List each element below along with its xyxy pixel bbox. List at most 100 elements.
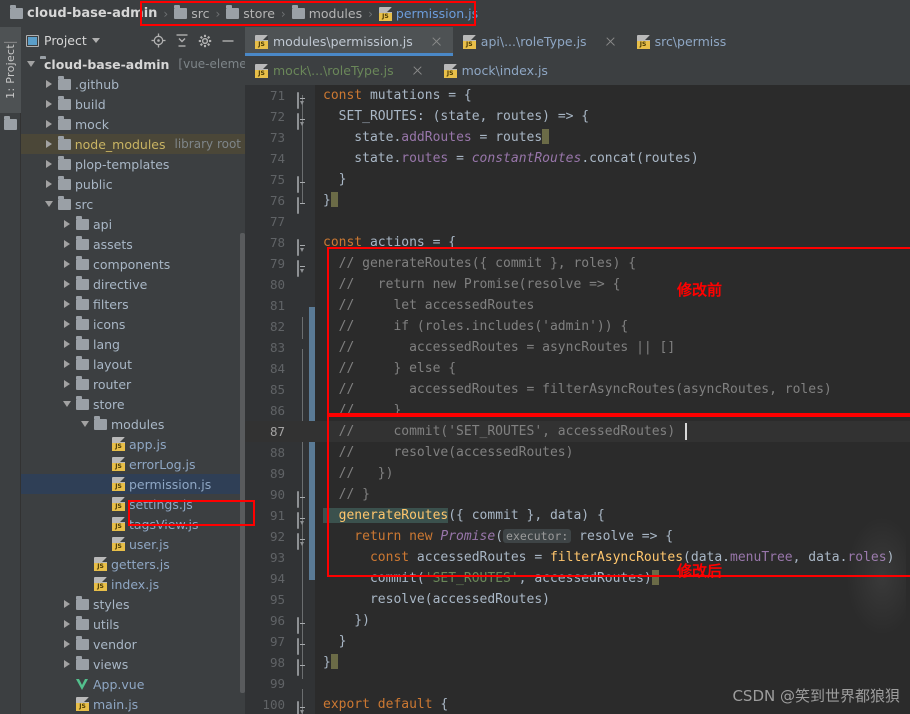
close-icon[interactable] bbox=[604, 35, 617, 48]
tree-expand-arrow-icon[interactable] bbox=[63, 379, 72, 389]
code-line[interactable]: 85 // accessedRoutes = filterAsyncRoutes… bbox=[245, 379, 910, 400]
tree-item[interactable]: api bbox=[21, 214, 245, 234]
tree-expand-arrow-icon[interactable] bbox=[63, 219, 72, 229]
code-line[interactable]: 87 // commit('SET_ROUTES', accessedRoute… bbox=[245, 421, 910, 442]
fold-marker-icon[interactable] bbox=[297, 258, 308, 277]
tree-item[interactable]: lang bbox=[21, 334, 245, 354]
tree-item[interactable]: directive bbox=[21, 274, 245, 294]
project-tree[interactable]: cloud-base-admin [vue-element .github build… bbox=[21, 54, 245, 714]
tree-expand-arrow-icon[interactable] bbox=[63, 599, 72, 609]
code-line[interactable]: 86 // } bbox=[245, 400, 910, 421]
code-line[interactable]: 84 // } else { bbox=[245, 358, 910, 379]
breadcrumb-item-modules[interactable]: modules bbox=[290, 5, 364, 21]
tree-expand-arrow-icon[interactable] bbox=[63, 359, 72, 369]
code-line[interactable]: 78 const actions = { bbox=[245, 232, 910, 256]
code-content[interactable]: 71 const mutations = {72 SET_ROUTES: (sta… bbox=[245, 85, 910, 714]
fold-marker-icon[interactable] bbox=[297, 195, 308, 214]
tree-expand-arrow-icon[interactable] bbox=[63, 639, 72, 649]
code-line[interactable]: 75 } bbox=[245, 169, 910, 193]
close-icon[interactable] bbox=[430, 35, 443, 48]
fold-marker-icon[interactable] bbox=[297, 174, 308, 193]
code-line[interactable]: 97 } bbox=[245, 631, 910, 655]
tree-item[interactable]: components bbox=[21, 254, 245, 274]
fold-marker-icon[interactable] bbox=[297, 636, 308, 655]
code-line[interactable]: 80 // return new Promise(resolve => { bbox=[245, 274, 910, 295]
code-line[interactable]: 77 bbox=[245, 211, 910, 232]
tree-item[interactable]: store bbox=[21, 394, 245, 414]
tree-expand-arrow-icon[interactable] bbox=[81, 420, 90, 429]
tree-expand-arrow-icon[interactable] bbox=[45, 159, 54, 169]
tree-expand-arrow-icon[interactable] bbox=[63, 400, 72, 409]
tree-expand-arrow-icon[interactable] bbox=[27, 60, 36, 69]
tree-expand-arrow-icon[interactable] bbox=[63, 659, 72, 669]
tree-item[interactable]: layout bbox=[21, 354, 245, 374]
fold-marker-icon[interactable] bbox=[297, 657, 308, 676]
editor-tab[interactable]: mock\...\roleType.js bbox=[245, 56, 434, 85]
fold-marker-icon[interactable] bbox=[297, 237, 308, 256]
code-line[interactable]: 89 // }) bbox=[245, 463, 910, 484]
tree-item[interactable]: main.js bbox=[21, 694, 245, 714]
code-line[interactable]: 81 // let accessedRoutes bbox=[245, 295, 910, 316]
tree-item[interactable]: filters bbox=[21, 294, 245, 314]
tree-item[interactable]: utils bbox=[21, 614, 245, 634]
breadcrumb-item-store[interactable]: store bbox=[224, 5, 277, 21]
tree-expand-arrow-icon[interactable] bbox=[45, 119, 54, 129]
code-line[interactable]: 92 return new Promise(executor: resolve … bbox=[245, 526, 910, 550]
fold-marker-icon[interactable] bbox=[297, 489, 308, 508]
breadcrumb-item-src[interactable]: src bbox=[172, 5, 211, 21]
tree-expand-arrow-icon[interactable] bbox=[63, 299, 72, 309]
tree-expand-arrow-icon[interactable] bbox=[63, 319, 72, 329]
tree-item[interactable]: assets bbox=[21, 234, 245, 254]
tree-expand-arrow-icon[interactable] bbox=[63, 339, 72, 349]
code-line[interactable]: 90 // } bbox=[245, 484, 910, 508]
tree-item[interactable]: icons bbox=[21, 314, 245, 334]
tree-item[interactable]: .github bbox=[21, 74, 245, 94]
code-line[interactable]: 95 resolve(accessedRoutes) bbox=[245, 589, 910, 610]
editor-tab[interactable]: api\...\roleType.js bbox=[453, 27, 627, 56]
code-line[interactable]: 82 // if (roles.includes('admin')) { bbox=[245, 316, 910, 337]
tree-expand-arrow-icon[interactable] bbox=[45, 79, 54, 89]
tree-item[interactable]: getters.js bbox=[21, 554, 245, 574]
gear-icon[interactable] bbox=[198, 34, 212, 48]
tree-expand-arrow-icon[interactable] bbox=[63, 619, 72, 629]
code-line[interactable]: 73 state.addRoutes = routes bbox=[245, 127, 910, 148]
code-line[interactable]: 98} bbox=[245, 652, 910, 676]
tree-item[interactable]: build bbox=[21, 94, 245, 114]
tree-item[interactable]: src bbox=[21, 194, 245, 214]
tree-item[interactable]: styles bbox=[21, 594, 245, 614]
fold-marker-icon[interactable] bbox=[297, 615, 308, 634]
fold-marker-icon[interactable] bbox=[297, 90, 308, 109]
breadcrumb-root[interactable]: cloud-base-admin bbox=[8, 5, 159, 21]
tree-item[interactable]: node_modules library root bbox=[21, 134, 245, 154]
chevron-down-icon[interactable] bbox=[91, 38, 100, 43]
code-line[interactable]: 83 // accessedRoutes = asyncRoutes || [] bbox=[245, 337, 910, 358]
code-line[interactable]: 93 const accessedRoutes = filterAsyncRou… bbox=[245, 547, 910, 568]
breadcrumb-item-permission[interactable]: permission.js bbox=[377, 6, 480, 21]
editor-tab[interactable]: mock\index.js bbox=[434, 56, 558, 85]
tree-item[interactable]: app.js bbox=[21, 434, 245, 454]
tree-expand-arrow-icon[interactable] bbox=[63, 259, 72, 269]
tree-expand-arrow-icon[interactable] bbox=[45, 179, 54, 189]
code-line[interactable]: 79 // generateRoutes({ commit }, roles) … bbox=[245, 253, 910, 277]
fold-marker-icon[interactable] bbox=[297, 699, 308, 714]
collapse-all-icon[interactable] bbox=[175, 33, 189, 48]
code-line[interactable]: 71 const mutations = { bbox=[245, 85, 910, 109]
code-line[interactable]: 72 SET_ROUTES: (state, routes) => { bbox=[245, 106, 910, 130]
sidebar-tab-project[interactable]: 1: Project bbox=[0, 27, 21, 113]
tree-item[interactable]: App.vue bbox=[21, 674, 245, 694]
code-line[interactable]: 94 commit('SET_ROUTES', accessedRoutes) bbox=[245, 568, 910, 589]
project-view-selector[interactable]: Project bbox=[26, 33, 100, 48]
tree-expand-arrow-icon[interactable] bbox=[45, 139, 54, 149]
tree-item[interactable]: router bbox=[21, 374, 245, 394]
editor-tab[interactable]: src\permiss bbox=[627, 27, 737, 56]
tree-item[interactable]: user.js bbox=[21, 534, 245, 554]
tree-item[interactable]: mock bbox=[21, 114, 245, 134]
fold-marker-icon[interactable] bbox=[297, 510, 308, 529]
tree-expand-arrow-icon[interactable] bbox=[63, 279, 72, 289]
tree-item[interactable]: tagsView.js bbox=[21, 514, 245, 534]
tree-item[interactable]: vendor bbox=[21, 634, 245, 654]
code-editor[interactable]: 71 const mutations = {72 SET_ROUTES: (sta… bbox=[245, 85, 910, 714]
tree-item[interactable]: index.js bbox=[21, 574, 245, 594]
fold-marker-icon[interactable] bbox=[297, 111, 308, 130]
tree-item[interactable]: modules bbox=[21, 414, 245, 434]
